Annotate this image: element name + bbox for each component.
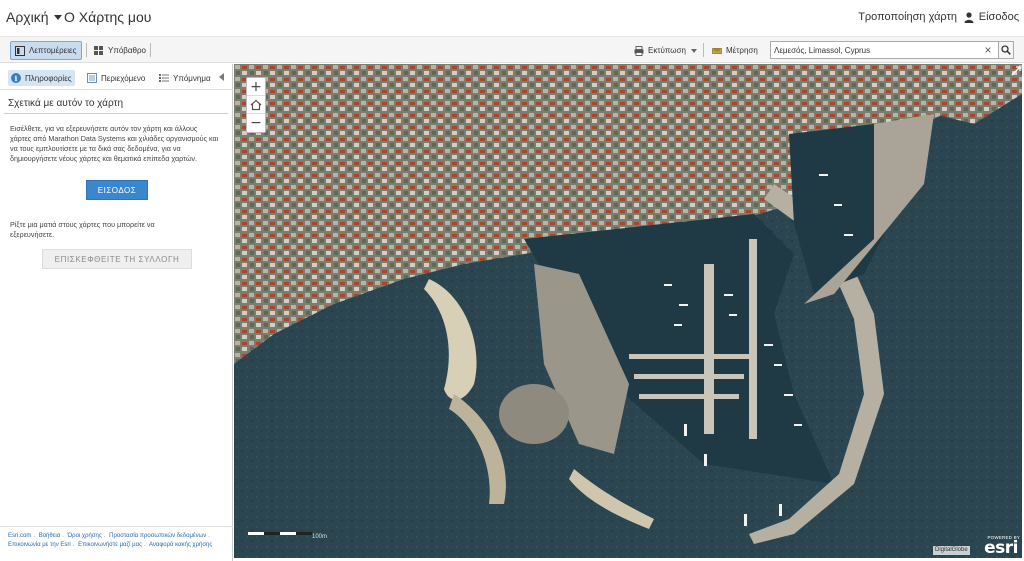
home-button[interactable] [247, 96, 265, 114]
divider [4, 113, 228, 114]
measure-button[interactable]: Μέτρηση [708, 41, 762, 60]
tab-info-label: Πληροφορίες [25, 73, 72, 83]
search-box: × [770, 41, 1000, 59]
footer-link-privacy[interactable]: Προστασία προσωπικών δεδομένων [109, 533, 206, 539]
home-menu[interactable]: Αρχική [6, 9, 62, 25]
print-label: Εκτύπωση [648, 46, 686, 55]
side-tabs: i Πληροφορίες Περιεχόμενο Υπόμνημα [0, 64, 233, 90]
satellite-imagery [234, 64, 1022, 558]
search-icon [1001, 45, 1011, 55]
esri-wordmark: esri [984, 538, 1018, 558]
details-label: Λεπτομέρειες [29, 46, 77, 55]
scale-bar [248, 532, 312, 535]
footer-link-contact-us[interactable]: Επικοινωνήστε μαζί μας [78, 542, 142, 548]
sign-in-label: Είσοδος [978, 11, 1019, 23]
footer-link-help[interactable]: Βοήθεια [39, 533, 61, 539]
toolbar-divider [86, 43, 87, 57]
basemap-label: Υπόβαθρο [108, 46, 146, 55]
search-button[interactable] [998, 41, 1014, 59]
legend-icon [159, 74, 169, 82]
chevron-down-icon [690, 48, 697, 53]
measure-ruler-icon [712, 47, 722, 54]
toolbar-divider [150, 43, 151, 57]
person-icon [964, 11, 974, 23]
sign-in-link[interactable]: Είσοδος [964, 11, 1019, 23]
about-title: Σχετικά με αυτόν το χάρτη [8, 98, 124, 109]
collapse-panel-icon[interactable] [219, 73, 224, 81]
footer-link-esri[interactable]: Esri.com [8, 533, 31, 539]
printer-icon [634, 45, 644, 56]
footer-links: Esri.com. Βοήθεια. Όροι χρήσης. Προστασί… [8, 533, 213, 548]
home-icon [250, 99, 262, 110]
divider [0, 526, 233, 527]
details-icon [15, 45, 25, 56]
details-button[interactable]: Λεπτομέρειες [10, 41, 82, 60]
about-description: Εισέλθετε, για να εξερευνήσετε αυτόν τον… [10, 124, 219, 163]
tab-legend[interactable]: Υπόμνημα [156, 70, 214, 86]
toolbar-divider [703, 43, 704, 57]
zoom-in-button[interactable]: + [247, 78, 265, 96]
page-title: Ο Χάρτης μου [64, 9, 152, 25]
gallery-description: Ρίξτε μια ματιά στους χάρτες που μπορείτ… [10, 220, 155, 239]
search-input[interactable] [771, 45, 981, 55]
visit-gallery-button[interactable]: ΕΠΙΣΚΕΦΘΕΙΤΕ ΤΗ ΣΥΛΛΟΓΗ [42, 249, 192, 269]
map-attribution: DigitalGlobe [933, 546, 970, 555]
measure-label: Μέτρηση [726, 46, 758, 55]
modify-map-link[interactable]: Τροποποίηση χάρτη [858, 11, 957, 23]
info-icon: i [11, 73, 21, 83]
basemap-button[interactable]: Υπόβαθρο [90, 41, 150, 60]
tab-content[interactable]: Περιεχόμενο [84, 70, 148, 86]
scale-label: 100m [312, 534, 328, 540]
tab-legend-label: Υπόμνημα [173, 73, 211, 83]
expand-map-icon[interactable] [1011, 66, 1021, 76]
clear-search-icon[interactable]: × [981, 43, 995, 57]
content-list-icon [87, 73, 97, 83]
basemap-grid-icon [94, 45, 103, 55]
esri-logo[interactable]: POWERED BY esri [980, 535, 1020, 558]
footer-link-report-abuse[interactable]: Αναφορά κακής χρήσης [149, 542, 212, 548]
chevron-down-icon [53, 14, 62, 20]
zoom-controls: + − [246, 77, 266, 133]
home-menu-label: Αρχική [6, 9, 49, 25]
side-panel: i Πληροφορίες Περιεχόμενο Υπόμνημα Σχετι… [0, 64, 233, 561]
footer-link-contact-esri[interactable]: Επικοινωνία με την Esri [8, 542, 71, 548]
tab-info[interactable]: i Πληροφορίες [8, 70, 75, 86]
tab-content-label: Περιεχόμενο [101, 73, 146, 83]
sign-in-button[interactable]: ΕΙΣΟΔΟΣ [86, 180, 148, 200]
zoom-out-button[interactable]: − [247, 114, 265, 132]
print-button[interactable]: Εκτύπωση [630, 41, 701, 60]
top-header: Αρχική Ο Χάρτης μου Τροποποίηση χάρτη Εί… [0, 0, 1024, 36]
map-view[interactable] [234, 64, 1022, 558]
footer-link-terms[interactable]: Όροι χρήσης [68, 533, 102, 539]
